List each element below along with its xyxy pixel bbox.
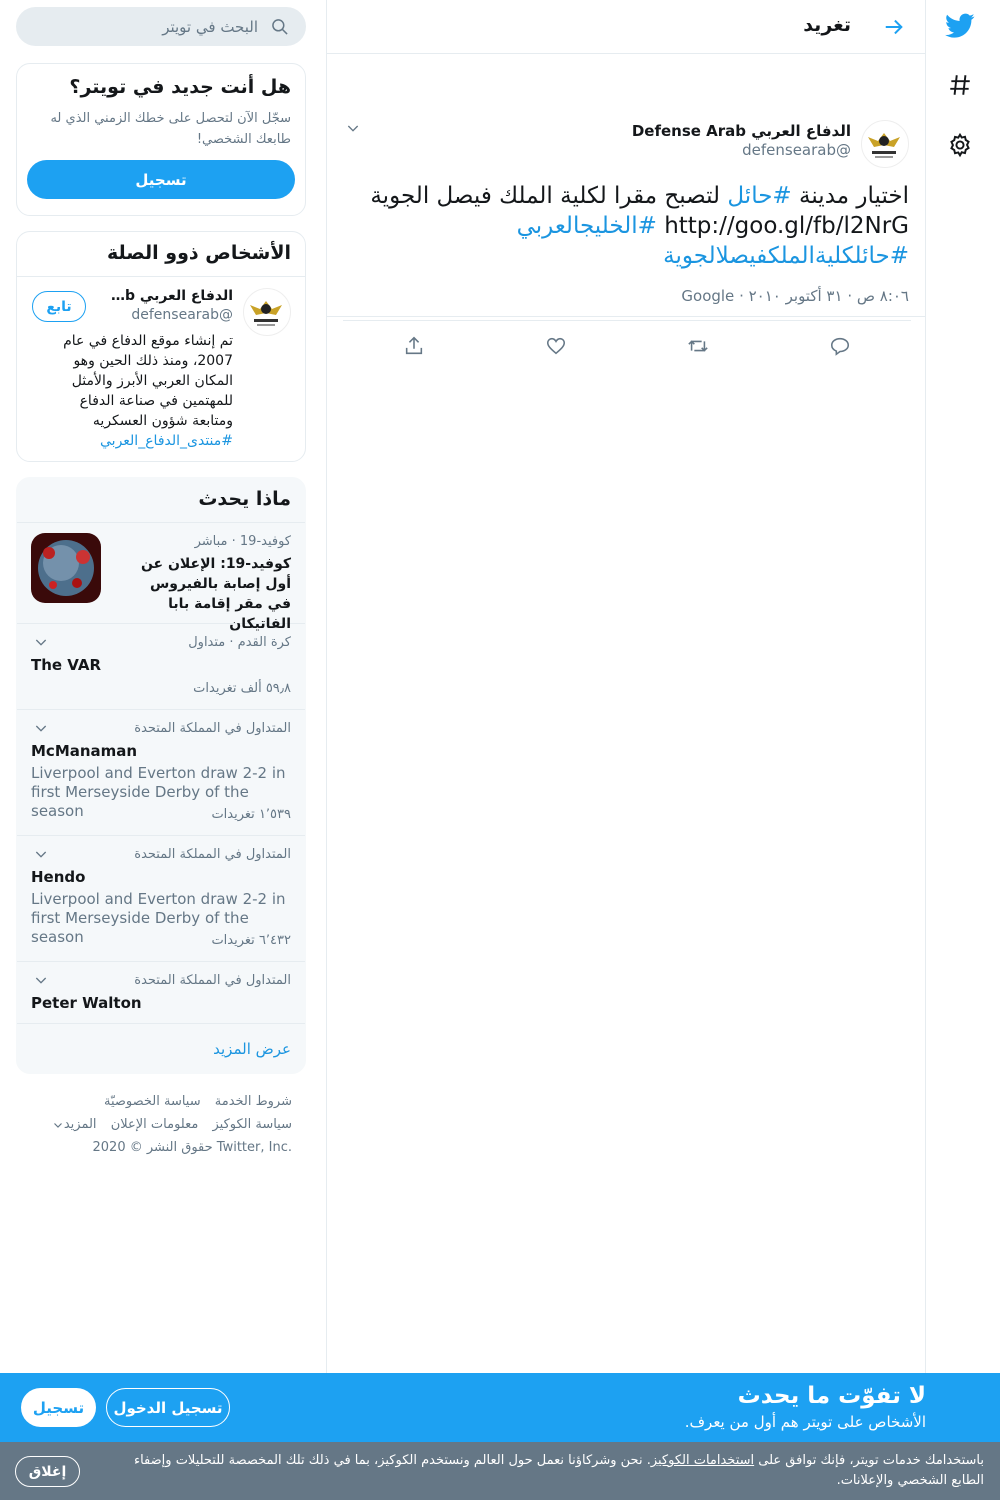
- chevron-down-icon[interactable]: [31, 720, 49, 738]
- trend-image: [31, 533, 101, 603]
- like-icon[interactable]: [543, 333, 569, 359]
- hashtag-icon[interactable]: [940, 65, 980, 105]
- chevron-down-icon: [53, 1122, 62, 1128]
- search-icon: [270, 17, 290, 37]
- ads-info-link[interactable]: معلومات الإعلان: [111, 1117, 199, 1132]
- divider: [327, 316, 925, 317]
- related-user-name[interactable]: الدفاع العربي Defense Arab: [103, 288, 233, 304]
- tweet-actions: [343, 320, 911, 371]
- signup-button[interactable]: تسجيل: [27, 160, 295, 199]
- chevron-down-icon[interactable]: [31, 846, 49, 864]
- cookie-usage-link[interactable]: استخدامات الكوكيز: [651, 1453, 754, 1468]
- trend-item[interactable]: كرة القدم · متداول The VAR ٥٩٫٨ ألف تغري…: [17, 624, 305, 710]
- author-handle[interactable]: @defensearab: [632, 141, 851, 159]
- nav-rail: [925, 0, 1000, 1500]
- follow-button[interactable]: تابع: [32, 291, 86, 322]
- twitter-logo-icon[interactable]: [940, 6, 980, 46]
- tweet-text-part: لتصبح مقرا لكلية الملك فيصل الجوية: [370, 183, 721, 209]
- avatar[interactable]: [861, 120, 909, 168]
- chevron-down-icon[interactable]: [31, 634, 49, 652]
- more-link[interactable]: المزيد: [52, 1117, 97, 1132]
- search-box[interactable]: [16, 7, 306, 46]
- copyright-text: حقوق النشر © 2020 Twitter, Inc.: [92, 1140, 293, 1155]
- show-more-row: عرض المزيد: [17, 1024, 305, 1073]
- reply-icon[interactable]: [827, 333, 853, 359]
- trend-name: Hendo: [31, 868, 86, 886]
- search-input[interactable]: [38, 15, 258, 39]
- terms-link[interactable]: شروط الخدمة: [215, 1094, 292, 1109]
- banner-subtitle: الأشخاص على تويتر هم أول من يعرف.: [684, 1413, 926, 1431]
- tweet-author[interactable]: الدفاع العربي Defense Arab @defensearab: [632, 122, 851, 159]
- tweet-timestamp[interactable]: ٨:٠٦ ص · ٣١ أكتوبر ٢٠١٠ · Google: [681, 287, 909, 305]
- privacy-link[interactable]: سياسة الخصوصيّة: [104, 1094, 201, 1109]
- trends-title: ماذا يحدث: [198, 488, 291, 510]
- related-title: الأشخاص ذوو الصلة: [107, 242, 291, 264]
- tweet-text: اختيار مدينة #حائل لتصبح مقرا لكلية المل…: [341, 181, 909, 271]
- author-name[interactable]: الدفاع العربي Defense Arab: [632, 122, 851, 140]
- related-people-card: الأشخاص ذوو الصلة الدفاع العربي Defense …: [16, 231, 306, 462]
- trend-item[interactable]: كوفيد-19 · مباشر كوفيد-19: الإعلان عن أو…: [17, 523, 305, 632]
- chevron-down-icon[interactable]: [31, 972, 49, 990]
- cookie-text: باستخدامك خدمات تويتر، فإنك توافق على اس…: [99, 1451, 984, 1491]
- trend-name: كوفيد-19: الإعلان عن أول إصابة بالفيروس …: [140, 556, 291, 632]
- hashtag-link[interactable]: #منتدى_الدفاع_العربي: [100, 433, 233, 449]
- related-user-bio: تم إنشاء موقع الدفاع في عام 2007، ومنذ ذ…: [43, 331, 233, 451]
- trends-card: ماذا يحدث كوفيد-19 · مباشر كوفيد-19: الإ…: [16, 477, 306, 1074]
- related-user-handle[interactable]: @defensearab: [131, 307, 233, 323]
- chevron-down-icon[interactable]: [341, 120, 361, 140]
- close-button[interactable]: إغلاق: [15, 1456, 80, 1487]
- tweet-url-link[interactable]: http://goo.gl/fb/l2NrG: [664, 213, 909, 239]
- trend-count: ١٬٥٣٩ تغريدات: [211, 807, 291, 822]
- trend-count: ٦٬٤٣٢ تغريدات: [211, 933, 291, 948]
- back-arrow-icon[interactable]: [879, 12, 909, 42]
- trend-item[interactable]: المتداول في المملكة المتحدة Peter Walton: [17, 962, 305, 1024]
- trend-meta: كرة القدم · متداول: [188, 635, 291, 650]
- trend-item[interactable]: المتداول في المملكة المتحدة Hendo Liverp…: [17, 836, 305, 962]
- footer-row: سياسة الكوكيز معلومات الإعلان المزيد: [16, 1113, 292, 1136]
- trend-meta: المتداول في المملكة المتحدة: [134, 973, 291, 988]
- trend-name: Peter Walton: [31, 994, 142, 1012]
- footer-row: شروط الخدمة سياسة الخصوصيّة: [16, 1090, 292, 1113]
- hashtag-link[interactable]: #الخليجالعربي: [517, 213, 657, 239]
- main-header: تغريد: [327, 0, 925, 54]
- show-more-link[interactable]: عرض المزيد: [213, 1040, 291, 1058]
- tweet-text-part: اختيار مدينة: [799, 183, 909, 209]
- retweet-icon[interactable]: [685, 333, 711, 359]
- avatar[interactable]: [243, 288, 291, 336]
- signup-banner: لا تفوّت ما يحدث الأشخاص على تويتر هم أو…: [0, 1373, 1000, 1442]
- trend-name: The VAR: [31, 656, 102, 674]
- banner-signup-button[interactable]: تسجيل: [21, 1388, 96, 1427]
- cookie-text-part: باستخدامك خدمات تويتر، فإنك توافق على: [758, 1453, 984, 1468]
- trend-count: ٥٩٫٨ ألف تغريدات: [193, 681, 291, 696]
- trend-meta: كوفيد-19 · مباشر: [194, 534, 291, 549]
- cookie-notice: باستخدامك خدمات تويتر، فإنك توافق على اس…: [0, 1442, 1000, 1500]
- more-label: المزيد: [63, 1117, 97, 1132]
- trend-item[interactable]: المتداول في المملكة المتحدة McManaman Li…: [17, 710, 305, 836]
- main-column: تغريد الدفاع العربي Defense Arab @defens…: [326, 0, 926, 1500]
- gear-icon[interactable]: [940, 125, 980, 165]
- hashtag-link[interactable]: #حائلكليةالملكفيصلالجوية: [663, 243, 909, 269]
- trends-header: ماذا يحدث: [17, 478, 305, 523]
- related-header: الأشخاص ذوو الصلة: [17, 232, 305, 277]
- trend-meta: المتداول في المملكة المتحدة: [134, 721, 291, 736]
- hashtag-link[interactable]: #حائل: [727, 183, 791, 209]
- login-button[interactable]: تسجيل الدخول: [106, 1388, 230, 1427]
- banner-title: لا تفوّت ما يحدث: [737, 1383, 926, 1409]
- trend-name: McManaman: [31, 742, 138, 760]
- footer: شروط الخدمة سياسة الخصوصيّة سياسة الكوكي…: [16, 1090, 292, 1159]
- cookies-link[interactable]: سياسة الكوكيز: [212, 1117, 292, 1132]
- trend-meta: المتداول في المملكة المتحدة: [134, 847, 291, 862]
- bio-text: تم إنشاء موقع الدفاع في عام 2007، ومنذ ذ…: [63, 333, 233, 429]
- join-title: هل أنت جديد في تويتر؟: [69, 76, 291, 98]
- share-icon[interactable]: [401, 333, 427, 359]
- join-card: هل أنت جديد في تويتر؟ سجّل الآن لتحصل عل…: [16, 63, 306, 216]
- copyright: حقوق النشر © 2020 Twitter, Inc.: [16, 1136, 293, 1159]
- page-title: تغريد: [803, 14, 851, 36]
- join-description: سجّل الآن لتحصل على خطك الزمني الذي له ط…: [50, 111, 291, 147]
